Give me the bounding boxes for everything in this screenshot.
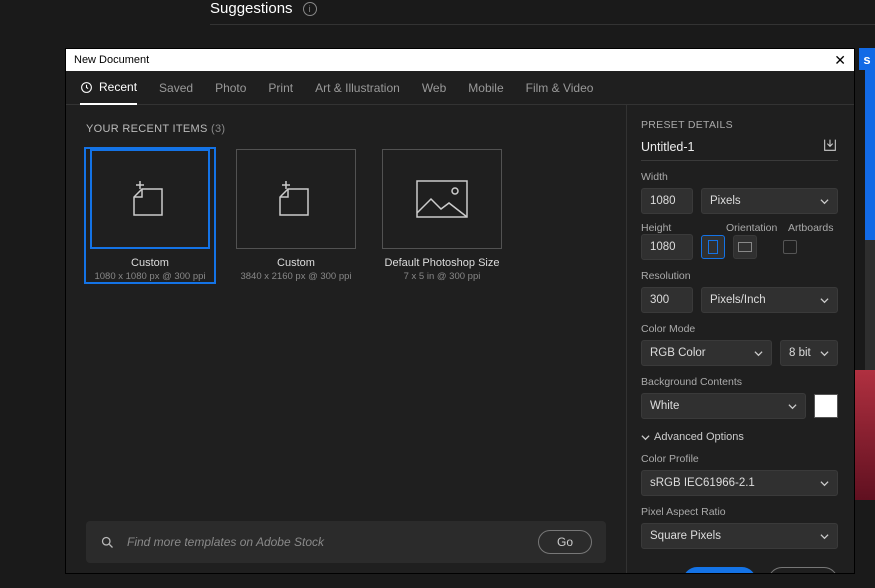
bg-panel-blue (865, 70, 875, 240)
select-value: Pixels (710, 195, 741, 207)
resolution-label: Resolution (641, 270, 838, 282)
tab-label: Recent (99, 80, 137, 94)
recent-header-label: YOUR RECENT ITEMS (86, 123, 208, 135)
preset-sub: 1080 x 1080 px @ 300 ppi (86, 271, 214, 282)
clock-icon (80, 81, 93, 94)
image-icon (382, 149, 502, 249)
preset-card[interactable]: Custom 1080 x 1080 px @ 300 ppi (86, 149, 214, 282)
divider (210, 24, 875, 25)
advanced-label: Advanced Options (654, 431, 744, 443)
preset-gallery: YOUR RECENT ITEMS (3) Custom 1080 x 1080… (66, 105, 626, 573)
search-placeholder: Find more templates on Adobe Stock (127, 535, 526, 549)
app-suggestions-header: Suggestions i (210, 0, 317, 17)
bg-color-swatch[interactable] (814, 394, 838, 418)
artboards-label: Artboards (788, 222, 838, 234)
colorprofile-select[interactable]: sRGB IEC61966-2.1 (641, 470, 838, 496)
preset-sub: 3840 x 2160 px @ 300 ppi (232, 271, 360, 282)
orientation-portrait[interactable] (701, 235, 725, 259)
select-value: Square Pixels (650, 530, 721, 542)
go-button[interactable]: Go (538, 530, 592, 554)
tab-label: Saved (159, 81, 193, 95)
document-name-input[interactable]: Untitled-1 (641, 140, 695, 154)
tab-print[interactable]: Print (268, 71, 293, 104)
bg-panel-grey (865, 240, 875, 370)
bgcontents-label: Background Contents (641, 376, 838, 388)
tab-web[interactable]: Web (422, 71, 446, 104)
chevron-down-icon (820, 197, 829, 206)
width-label: Width (641, 171, 838, 183)
select-value: RGB Color (650, 347, 706, 359)
height-label: Height (641, 222, 724, 234)
advanced-options-toggle[interactable]: Advanced Options (641, 431, 838, 443)
preset-card[interactable]: Custom 3840 x 2160 px @ 300 ppi (232, 149, 360, 282)
dialog-title: New Document (74, 54, 149, 66)
titlebar: New Document ✕ (66, 49, 854, 71)
width-unit-select[interactable]: Pixels (701, 188, 838, 214)
new-document-dialog: New Document ✕ Recent Saved Photo Print … (65, 48, 855, 574)
colormode-select[interactable]: RGB Color (641, 340, 772, 366)
tab-label: Film & Video (526, 81, 594, 95)
tab-film[interactable]: Film & Video (526, 71, 594, 104)
width-input[interactable]: 1080 (641, 188, 693, 214)
resolution-unit-select[interactable]: Pixels/Inch (701, 287, 838, 313)
select-value: 8 bit (789, 347, 811, 359)
ps-badge: s (859, 48, 875, 70)
par-label: Pixel Aspect Ratio (641, 506, 838, 518)
orientation-label: Orientation (726, 222, 786, 234)
category-tabs: Recent Saved Photo Print Art & Illustrat… (66, 71, 854, 105)
save-preset-icon[interactable] (822, 137, 838, 156)
preset-details-panel: PRESET DETAILS Untitled-1 Width 1080 Pix… (626, 105, 854, 573)
bgcontents-select[interactable]: White (641, 393, 806, 419)
preset-title: Default Photoshop Size (378, 257, 506, 269)
tab-label: Web (422, 81, 446, 95)
recent-count: (3) (211, 123, 225, 135)
info-icon[interactable]: i (303, 2, 317, 16)
colorprofile-label: Color Profile (641, 453, 838, 465)
chevron-down-icon (820, 349, 829, 358)
chevron-down-icon (641, 433, 650, 442)
preset-card[interactable]: Default Photoshop Size 7 x 5 in @ 300 pp… (378, 149, 506, 282)
artboards-checkbox[interactable] (783, 240, 797, 254)
chevron-down-icon (754, 349, 763, 358)
bg-thumbnail (855, 370, 875, 500)
select-value: White (650, 400, 679, 412)
preset-title: Custom (232, 257, 360, 269)
tab-recent[interactable]: Recent (80, 72, 137, 105)
resolution-input[interactable]: 300 (641, 287, 693, 313)
select-value: Pixels/Inch (710, 294, 766, 306)
chevron-down-icon (820, 296, 829, 305)
tab-saved[interactable]: Saved (159, 71, 193, 104)
preset-sub: 7 x 5 in @ 300 ppi (378, 271, 506, 282)
bit-depth-select[interactable]: 8 bit (780, 340, 838, 366)
height-input[interactable]: 1080 (641, 234, 693, 260)
tab-photo[interactable]: Photo (215, 71, 246, 104)
chevron-down-icon (820, 479, 829, 488)
tab-mobile[interactable]: Mobile (468, 71, 503, 104)
chevron-down-icon (820, 532, 829, 541)
par-select[interactable]: Square Pixels (641, 523, 838, 549)
tab-art[interactable]: Art & Illustration (315, 71, 400, 104)
orientation-landscape[interactable] (733, 235, 757, 259)
chevron-down-icon (788, 402, 797, 411)
blank-doc-icon (236, 149, 356, 249)
tab-label: Mobile (468, 81, 503, 95)
recent-items-header: YOUR RECENT ITEMS (3) (86, 123, 606, 135)
create-button[interactable]: Create (683, 567, 757, 573)
preset-title: Custom (86, 257, 214, 269)
close-icon[interactable]: ✕ (834, 52, 846, 69)
close-button[interactable]: Close (768, 567, 838, 573)
preset-details-header: PRESET DETAILS (641, 119, 838, 131)
tab-label: Art & Illustration (315, 81, 400, 95)
blank-doc-icon (90, 149, 210, 249)
tab-label: Photo (215, 81, 246, 95)
colormode-label: Color Mode (641, 323, 838, 335)
suggestions-label: Suggestions (210, 0, 293, 17)
select-value: sRGB IEC61966-2.1 (650, 477, 755, 489)
tab-label: Print (268, 81, 293, 95)
stock-search[interactable]: Find more templates on Adobe Stock Go (86, 521, 606, 563)
search-icon (100, 535, 115, 550)
